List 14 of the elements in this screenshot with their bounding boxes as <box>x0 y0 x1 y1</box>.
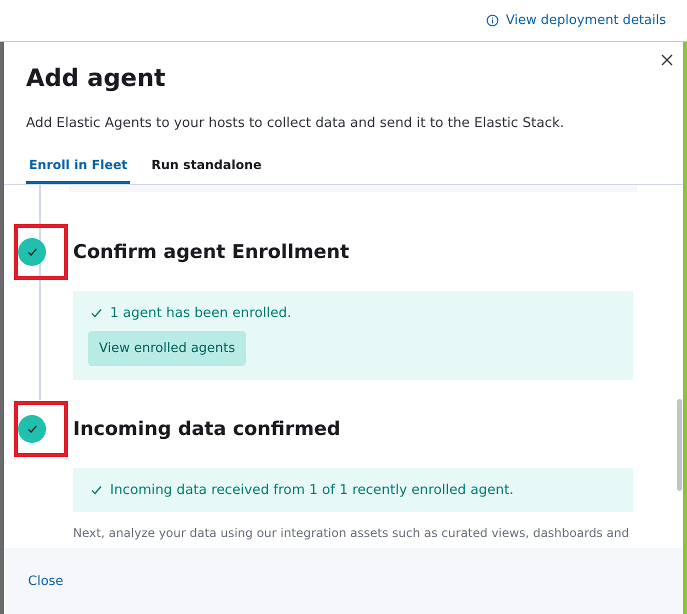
info-icon <box>486 14 499 27</box>
flyout-title: Add agent <box>26 64 166 92</box>
scrollbar[interactable] <box>677 399 682 491</box>
view-enrolled-agents-button[interactable]: View enrolled agents <box>88 331 246 366</box>
callout-message: Incoming data received from 1 of 1 recently enrolled agent. <box>110 482 514 498</box>
view-deployment-details-link[interactable]: View deployment details <box>486 13 666 28</box>
tab[interactable]: Run standalone <box>148 157 265 184</box>
flyout-description: Add Elastic Agents to your hosts to collect data and send it to the Elastic Stack. <box>26 115 566 131</box>
close-icon[interactable] <box>659 52 675 68</box>
callout-message: 1 agent has been enrolled. <box>110 305 292 321</box>
step-title: Incoming data confirmed <box>73 418 340 440</box>
step-description: Next, analyze your data using our integration assets such as curated views, dashboards and <box>73 526 630 540</box>
step-title: Confirm agent Enrollment <box>73 241 350 263</box>
close-link[interactable]: Close <box>28 574 64 588</box>
